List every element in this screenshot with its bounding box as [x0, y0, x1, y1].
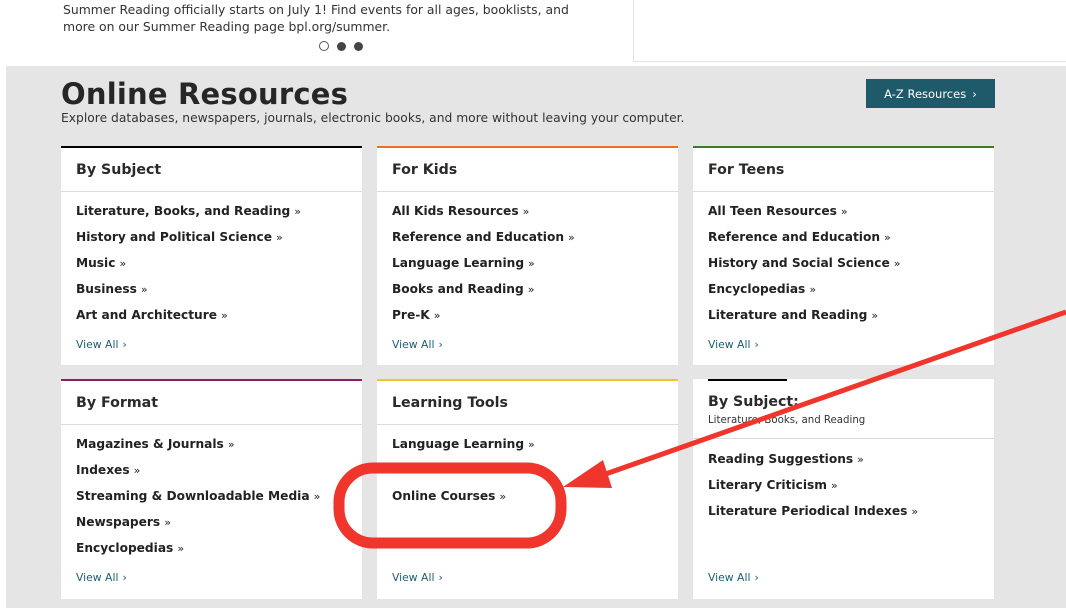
card-learning-tools: Learning Tools Language Learning» Online…	[377, 379, 678, 599]
a-z-resources-label: A-Z Resources	[884, 86, 967, 101]
view-all-link[interactable]: View All ›	[708, 571, 759, 584]
resource-link[interactable]: Business»	[76, 282, 301, 308]
card-by-subject-literature: By Subject: Literature, Books, and Readi…	[693, 379, 994, 599]
resource-link[interactable]: Streaming & Downloadable Media»	[76, 489, 320, 515]
card-title: By Subject	[76, 162, 162, 178]
card-header: For Teens	[693, 146, 994, 192]
card-title: Learning Tools	[392, 395, 508, 411]
double-chevron-icon: »	[528, 438, 535, 451]
resource-link-online-courses[interactable]: Online Courses»	[392, 489, 535, 515]
chevron-right-icon: ›	[754, 338, 759, 351]
resource-link[interactable]: Literature, Books, and Reading»	[76, 204, 301, 230]
double-chevron-icon: »	[884, 231, 891, 244]
double-chevron-icon: »	[830, 479, 838, 492]
view-all-link[interactable]: View All ›	[708, 338, 759, 351]
card-for-teens: For Teens All Teen Resources» Reference …	[693, 146, 994, 365]
resource-link[interactable]: Music»	[76, 256, 301, 282]
card-link-list: Literature, Books, and Reading» History …	[76, 204, 301, 334]
card-by-format: By Format Magazines & Journals» Indexes»…	[61, 379, 362, 599]
resource-link[interactable]: All Kids Resources»	[392, 204, 575, 230]
chevron-right-icon: ›	[122, 571, 127, 584]
card-title: For Kids	[392, 162, 458, 178]
double-chevron-icon: »	[276, 231, 283, 244]
resource-link[interactable]: Language Learning»	[392, 437, 535, 463]
chevron-right-icon: ›	[972, 86, 977, 101]
resource-link[interactable]: Language Learning»	[392, 256, 575, 282]
double-chevron-icon: »	[522, 205, 530, 218]
double-chevron-icon: »	[809, 283, 817, 296]
resource-link[interactable]: History and Social Science»	[708, 256, 900, 282]
chevron-right-icon: ›	[438, 571, 443, 584]
resource-link[interactable]: Indexes»	[76, 463, 320, 489]
double-chevron-icon: »	[911, 505, 919, 518]
a-z-resources-button[interactable]: A-Z Resources ›	[866, 79, 995, 108]
card-header: By Format	[61, 379, 362, 425]
carousel-dot-1[interactable]	[319, 41, 329, 51]
double-chevron-icon: »	[119, 257, 127, 270]
card-link-list: Magazines & Journals» Indexes» Streaming…	[76, 437, 320, 567]
card-by-subject: By Subject Literature, Books, and Readin…	[61, 146, 362, 365]
chevron-right-icon: ›	[122, 338, 127, 351]
chevron-right-icon: ›	[754, 571, 759, 584]
resource-link[interactable]: Reference and Education»	[708, 230, 900, 256]
resource-link[interactable]: Literary Criticism»	[708, 478, 918, 504]
double-chevron-icon: »	[164, 516, 171, 529]
carousel-dot-3[interactable]	[354, 41, 363, 51]
resource-link[interactable]: All Teen Resources»	[708, 204, 900, 230]
card-title: For Teens	[708, 162, 785, 178]
card-header: By Subject: Literature, Books, and Readi…	[693, 379, 994, 439]
card-header: Learning Tools	[377, 379, 678, 425]
double-chevron-icon: »	[177, 542, 185, 555]
chevron-right-icon: ›	[438, 338, 443, 351]
resource-link[interactable]: Books and Reading»	[392, 282, 575, 308]
card-link-list: Language Learning» Online Courses»	[392, 437, 535, 515]
card-link-list: Reading Suggestions» Literary Criticism»…	[708, 452, 918, 530]
carousel-area: Summer Reading officially starts on July…	[0, 0, 1066, 66]
card-for-kids: For Kids All Kids Resources» Reference a…	[377, 146, 678, 365]
resource-link[interactable]: Reference and Education»	[392, 230, 575, 256]
carousel-dots	[319, 41, 363, 51]
view-all-link[interactable]: View All ›	[76, 338, 127, 351]
double-chevron-icon: »	[433, 309, 441, 322]
card-header: By Subject	[61, 146, 362, 192]
double-chevron-icon: »	[499, 490, 507, 503]
view-all-link[interactable]: View All ›	[392, 338, 443, 351]
double-chevron-icon: »	[568, 231, 575, 244]
section-title: Online Resources	[61, 77, 349, 111]
double-chevron-icon: »	[140, 283, 148, 296]
resource-link[interactable]: Literature Periodical Indexes»	[708, 504, 918, 530]
resource-link[interactable]: Literature and Reading»	[708, 308, 900, 334]
double-chevron-icon: »	[227, 438, 235, 451]
resource-link[interactable]: History and Political Science»	[76, 230, 301, 256]
resource-link[interactable]: Newspapers»	[76, 515, 320, 541]
view-all-link[interactable]: View All ›	[76, 571, 127, 584]
resource-link[interactable]: Reading Suggestions»	[708, 452, 918, 478]
resource-link[interactable]: Encyclopedias»	[76, 541, 320, 567]
resource-link[interactable]: Pre-K»	[392, 308, 575, 334]
resource-link[interactable]: Encyclopedias»	[708, 282, 900, 308]
double-chevron-icon: »	[871, 309, 879, 322]
promo-text: Summer Reading officially starts on July…	[63, 2, 569, 34]
resource-link[interactable]: Magazines & Journals»	[76, 437, 320, 463]
carousel-dot-2[interactable]	[337, 41, 346, 51]
card-title: By Subject:	[708, 394, 799, 410]
double-chevron-icon: »	[221, 309, 228, 322]
double-chevron-icon: »	[893, 257, 901, 270]
card-link-list: All Teen Resources» Reference and Educat…	[708, 204, 900, 334]
double-chevron-icon: »	[313, 490, 321, 503]
double-chevron-icon: »	[527, 283, 535, 296]
double-chevron-icon: »	[528, 257, 535, 270]
card-title: By Format	[76, 395, 159, 411]
card-header: For Kids	[377, 146, 678, 192]
resource-link[interactable]: Art and Architecture»	[76, 308, 301, 334]
section-subtitle: Explore databases, newspapers, journals,…	[61, 111, 685, 125]
double-chevron-icon: »	[294, 205, 301, 218]
view-all-link[interactable]: View All ›	[392, 571, 443, 584]
double-chevron-icon: »	[857, 453, 864, 466]
double-chevron-icon: »	[840, 205, 848, 218]
double-chevron-icon: »	[133, 464, 141, 477]
side-panel	[633, 0, 1066, 62]
card-subtitle: Literature, Books, and Reading	[708, 415, 866, 426]
card-link-list: All Kids Resources» Reference and Educat…	[392, 204, 575, 334]
